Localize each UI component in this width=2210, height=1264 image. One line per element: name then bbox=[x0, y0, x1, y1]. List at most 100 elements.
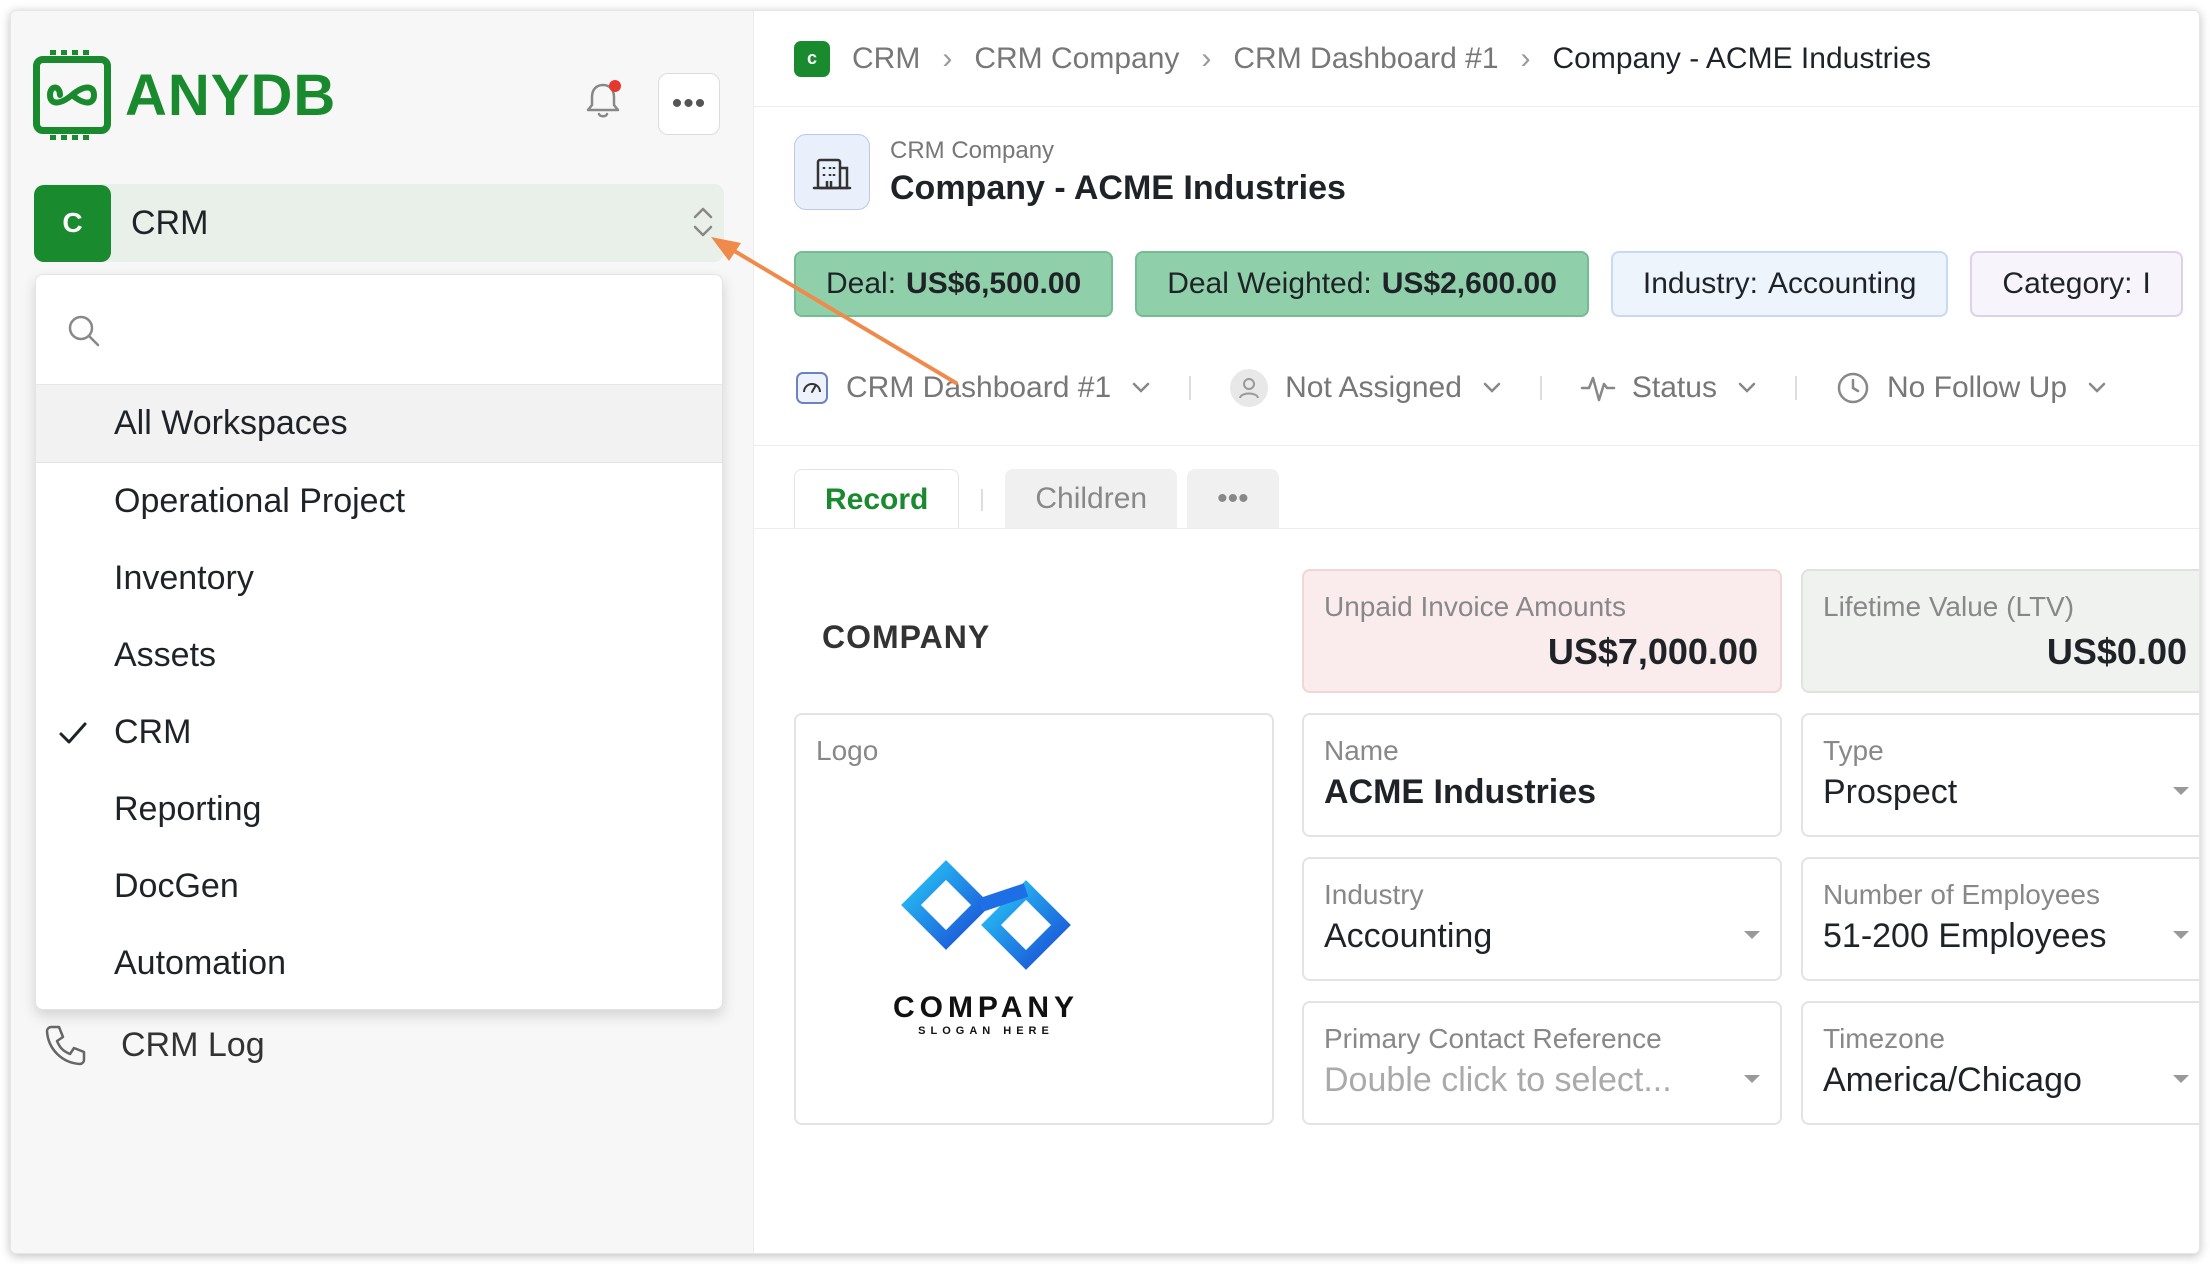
chip-label: Deal: bbox=[826, 267, 897, 300]
summary-chips: Deal: US$6,500.00 Deal Weighted: US$2,600.… bbox=[794, 251, 2199, 319]
employees-field[interactable]: Number of Employees 51-200 Employees bbox=[1801, 857, 2199, 981]
ltv-metric: Lifetime Value (LTV) US$0.00 bbox=[1801, 569, 2199, 693]
chip-value: I bbox=[2142, 267, 2151, 300]
activity-icon bbox=[1580, 370, 1616, 406]
app-window: ANYDB ••• C CRM All Workspaces Operation… bbox=[10, 10, 2200, 1254]
user-avatar-icon bbox=[1229, 368, 1269, 408]
caret-down-icon bbox=[1744, 1075, 1760, 1083]
brand-logo[interactable]: ANYDB bbox=[33, 50, 337, 140]
breadcrumb-item-crm[interactable]: CRM bbox=[852, 42, 920, 76]
field-value: 51-200 Employees bbox=[1823, 917, 2107, 955]
status-selector[interactable]: Status bbox=[1580, 370, 1757, 406]
sidebar-item-crm-log[interactable]: CRM Log bbox=[41, 1021, 265, 1069]
chip-category[interactable]: Category: I bbox=[1970, 251, 2183, 317]
caret-down-icon bbox=[2173, 1075, 2189, 1083]
workspace-option-assets[interactable]: Assets bbox=[36, 617, 722, 694]
workspace-option-label: Assets bbox=[114, 636, 217, 674]
assignee-selector[interactable]: Not Assigned bbox=[1229, 368, 1502, 408]
divider bbox=[754, 445, 2199, 446]
timezone-field[interactable]: Timezone America/Chicago bbox=[1801, 1001, 2199, 1125]
caret-down-icon bbox=[1744, 931, 1760, 939]
more-dots-icon: ••• bbox=[671, 87, 707, 120]
logo-field[interactable]: Logo COMPANY SLOGAN HERE bbox=[794, 713, 1274, 1125]
dashboard-label: CRM Dashboard #1 bbox=[846, 371, 1112, 404]
field-value: ACME Industries bbox=[1324, 773, 1597, 811]
field-value: Accounting bbox=[1324, 917, 1493, 955]
notifications-button[interactable] bbox=[581, 78, 625, 122]
workspace-option-label: Operational Project bbox=[114, 482, 406, 520]
metric-value: US$0.00 bbox=[2046, 631, 2187, 672]
workspace-selector[interactable]: C CRM bbox=[34, 184, 724, 262]
record-type[interactable]: CRM Company bbox=[890, 137, 1346, 165]
tab-children[interactable]: Children bbox=[1005, 469, 1178, 529]
brand-name: ANYDB bbox=[125, 62, 337, 128]
chevron-right-icon: › bbox=[942, 41, 953, 75]
workspace-option-docgen[interactable]: DocGen bbox=[36, 848, 722, 925]
company-logo-slogan: SLOGAN HERE bbox=[918, 1025, 1054, 1037]
breadcrumb-item-crm-company[interactable]: CRM Company bbox=[974, 42, 1179, 76]
field-value: America/Chicago bbox=[1823, 1061, 2082, 1099]
status-label: Status bbox=[1631, 371, 1717, 404]
metric-label: Lifetime Value (LTV) bbox=[1823, 591, 2075, 622]
record-tabs: Record Children ••• bbox=[794, 469, 1279, 529]
company-logo-name: COMPANY bbox=[892, 991, 1080, 1024]
chip-value: US$2,600.00 bbox=[1381, 267, 1557, 300]
field-label: Number of Employees bbox=[1823, 879, 2101, 910]
type-field[interactable]: Type Prospect bbox=[1801, 713, 2199, 837]
workspace-option-reporting[interactable]: Reporting bbox=[36, 771, 722, 848]
field-label: Primary Contact Reference bbox=[1324, 1023, 1662, 1054]
divider bbox=[1189, 376, 1192, 400]
chip-industry[interactable]: Industry: Accounting bbox=[1610, 251, 1949, 317]
workspace-option-label: DocGen bbox=[114, 867, 239, 905]
tab-more-button[interactable]: ••• bbox=[1187, 469, 1279, 529]
workspace-name: CRM bbox=[131, 203, 209, 242]
follow-up-selector[interactable]: No Follow Up bbox=[1835, 370, 2107, 406]
workspace-option-operational-project[interactable]: Operational Project bbox=[36, 463, 722, 540]
sidebar-item-label: CRM Log bbox=[121, 1025, 265, 1064]
chip-deal[interactable]: Deal: US$6,500.00 bbox=[794, 251, 1114, 317]
building-icon bbox=[794, 134, 870, 210]
caret-down-icon bbox=[2173, 787, 2189, 795]
field-label: Name bbox=[1324, 735, 1399, 766]
tab-record[interactable]: Record bbox=[794, 469, 960, 529]
sidebar: ANYDB ••• C CRM All Workspaces Operation… bbox=[11, 11, 754, 1253]
chip-value: US$6,500.00 bbox=[906, 267, 1082, 300]
divider bbox=[754, 528, 2199, 529]
notification-dot bbox=[609, 80, 621, 92]
workspace-option-automation[interactable]: Automation bbox=[36, 925, 722, 1002]
caret-down-icon bbox=[2173, 931, 2189, 939]
metric-label: Unpaid Invoice Amounts bbox=[1324, 591, 1626, 622]
infinity-logo-icon bbox=[33, 50, 111, 140]
workspace-option-label: Inventory bbox=[114, 559, 254, 597]
workspace-option-crm[interactable]: CRM bbox=[36, 694, 722, 771]
chevron-up-down-icon bbox=[693, 207, 713, 237]
field-placeholder: Double click to select... bbox=[1324, 1061, 1672, 1099]
record-header: CRM Company Company - ACME Industries bbox=[794, 134, 1346, 210]
dashboard-selector[interactable]: CRM Dashboard #1 bbox=[794, 370, 1151, 406]
record-properties: CRM Dashboard #1 Not Assigned Status No … bbox=[794, 355, 2199, 421]
primary-contact-field[interactable]: Primary Contact Reference Double click t… bbox=[1302, 1001, 1782, 1125]
assignee-label: Not Assigned bbox=[1285, 371, 1462, 404]
field-value: Prospect bbox=[1823, 773, 1958, 811]
workspace-avatar: C bbox=[34, 184, 111, 262]
chip-value: Accounting bbox=[1767, 267, 1917, 300]
phone-icon bbox=[45, 1025, 86, 1066]
workspace-option-label: CRM bbox=[114, 713, 192, 751]
industry-field[interactable]: Industry Accounting bbox=[1302, 857, 1782, 981]
breadcrumb-item-dashboard[interactable]: CRM Dashboard #1 bbox=[1233, 42, 1498, 76]
workspace-option-all[interactable]: All Workspaces bbox=[36, 385, 722, 463]
chevron-down-icon bbox=[1132, 382, 1150, 393]
workspace-option-inventory[interactable]: Inventory bbox=[36, 540, 722, 617]
divider bbox=[1539, 376, 1542, 400]
chip-deal-weighted[interactable]: Deal Weighted: US$2,600.00 bbox=[1135, 251, 1589, 317]
chevron-right-icon: › bbox=[1201, 41, 1212, 75]
sidebar-more-button[interactable]: ••• bbox=[658, 73, 720, 135]
workspace-search-input[interactable] bbox=[106, 305, 686, 355]
unpaid-invoice-metric: Unpaid Invoice Amounts US$7,000.00 bbox=[1302, 569, 1782, 693]
field-label: Type bbox=[1823, 735, 1884, 766]
follow-up-label: No Follow Up bbox=[1886, 371, 2068, 404]
search-icon bbox=[68, 315, 100, 347]
breadcrumb-workspace-badge[interactable]: c bbox=[794, 40, 830, 77]
name-field[interactable]: Name ACME Industries bbox=[1302, 713, 1782, 837]
workspace-option-label: All Workspaces bbox=[114, 404, 348, 442]
